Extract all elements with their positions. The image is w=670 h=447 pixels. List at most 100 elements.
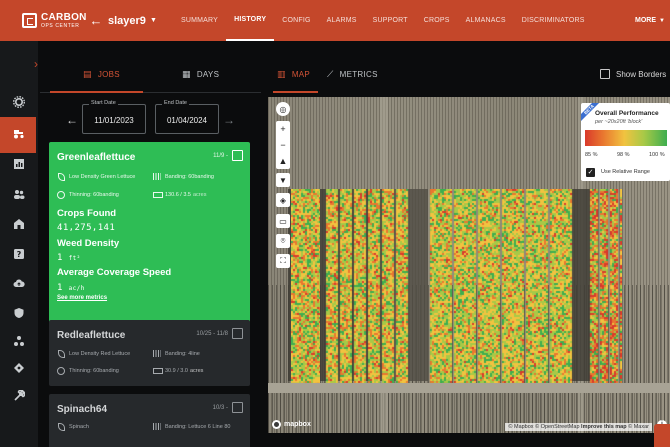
compass-icon[interactable]: ▲ (276, 153, 290, 169)
heatmap-strip (588, 189, 622, 385)
metric-label-weed-density: Weed Density (57, 238, 120, 249)
job-title: Spinach64 (57, 404, 108, 415)
legend-gradient (585, 130, 667, 146)
metric-label-crops-found: Crops Found (57, 208, 117, 219)
job-select-checkbox[interactable] (232, 328, 243, 339)
users-icon[interactable] (11, 186, 26, 201)
start-date-field[interactable]: Start Date 11/01/2023 (82, 100, 146, 134)
history-panel: ▤ JOBS ▦ DAYS ← Start Date 11/01/2023 En… (40, 55, 261, 447)
legend-subtitle: per ~20x20ft 'block' (595, 119, 643, 125)
heatmap-strip (324, 189, 410, 385)
zoom-out-icon[interactable]: − (276, 137, 290, 153)
shield-icon[interactable] (11, 305, 26, 320)
focus-icon[interactable]: ⌾ (276, 234, 290, 248)
chart-icon[interactable] (11, 156, 26, 171)
attribution-osm[interactable]: © OpenStreetMap (535, 424, 579, 430)
nav-history[interactable]: HISTORY (226, 0, 275, 41)
end-date-field[interactable]: End Date 01/04/2024 (155, 100, 219, 134)
job-crop: Low Density Red Lettuce (57, 350, 130, 358)
nav-support[interactable]: SUPPORT (365, 0, 416, 41)
tab-jobs-underline (50, 91, 143, 93)
job-card-redleaflettuce[interactable]: Redleaflettuce 10/25 - 11/8 Low Density … (49, 320, 250, 386)
tab-jobs[interactable]: ▤ JOBS (83, 55, 120, 93)
show-borders-toggle[interactable]: Show Borders (600, 55, 666, 93)
robot-selector[interactable]: slayer9 (108, 15, 146, 27)
end-date-value: 01/04/2024 (166, 116, 208, 125)
nav-alarms[interactable]: ALARMS (319, 0, 365, 41)
rail-expand-icon[interactable]: › (34, 57, 38, 71)
caret-down-icon[interactable]: ▼ (150, 17, 157, 24)
nav-config[interactable]: CONFIG (274, 0, 318, 41)
job-select-checkbox[interactable] (232, 402, 243, 413)
nav-discriminators[interactable]: DISCRIMINATORS (514, 0, 593, 41)
tractor-icon[interactable] (11, 125, 26, 140)
job-title: Redleaflettuce (57, 330, 126, 341)
see-more-metrics-link[interactable]: See more metrics (57, 295, 107, 301)
show-borders-checkbox[interactable] (600, 69, 610, 79)
history-tabs: ▤ JOBS ▦ DAYS (40, 55, 261, 93)
mapbox-icon (272, 420, 281, 429)
attribution-maxar[interactable]: © Maxar (628, 424, 649, 430)
nav-more[interactable]: MORE ▼ (635, 0, 665, 41)
prev-range-arrow-icon[interactable]: ← (66, 113, 78, 127)
nav-almanacs[interactable]: ALMANACS (458, 0, 514, 41)
cloud-icon[interactable] (11, 275, 26, 290)
nav-summary[interactable]: SUMMARY (173, 0, 226, 41)
svg-text:?: ? (16, 250, 21, 259)
leaf-icon (57, 173, 65, 181)
molecule-icon[interactable] (11, 333, 26, 348)
map-tabs: ▥ MAP ⟋ METRICS Show Borders (270, 55, 670, 93)
job-area-value: 130.6 / 3.5 (165, 191, 191, 198)
job-thinning-label: Thinning: 60banding (69, 367, 119, 374)
job-banding-label: Banding: 60banding (165, 173, 214, 180)
metrics-icon: ⟋ (327, 68, 334, 79)
show-borders-label: Show Borders (616, 69, 667, 79)
job-thinning: Thinning: 60banding (57, 191, 119, 199)
ruler-icon[interactable]: ▭ (276, 214, 290, 228)
leaf-icon (57, 423, 65, 431)
job-date: 10/3 - (212, 405, 228, 411)
tab-map[interactable]: ▥ MAP (277, 55, 310, 93)
start-date-value: 11/01/2023 (94, 116, 134, 125)
help-icon[interactable]: ? (11, 246, 26, 261)
tab-jobs-label: JOBS (97, 69, 120, 79)
legend-title: Overall Performance (595, 110, 659, 117)
nav-crops[interactable]: CROPS (416, 0, 458, 41)
mapbox-logo[interactable]: mapbox (272, 420, 311, 429)
attribution-mapbox[interactable]: © Mapbox (508, 424, 533, 430)
back-arrow-icon[interactable]: ← (88, 13, 104, 28)
filter-icon[interactable]: ▼ (276, 173, 290, 187)
heatmap-strip (428, 189, 574, 385)
tab-metrics[interactable]: ⟋ METRICS (327, 55, 378, 93)
wrench-icon[interactable] (11, 388, 26, 403)
job-card-spinach64[interactable]: Spinach64 10/3 - Spinach Banding: Lettuc… (49, 394, 250, 447)
carbon-logo[interactable]: CARBON OPS CENTER (22, 12, 88, 29)
job-area: 30.9 / 3.0 acres (153, 367, 203, 374)
chat-widget-button[interactable] (654, 424, 670, 447)
job-select-checkbox[interactable] (232, 150, 243, 161)
coverage-speed-unit: ac/h (68, 285, 85, 292)
metric-value-coverage-speed: 1 ac/h (57, 283, 85, 293)
tab-days[interactable]: ▦ DAYS (182, 55, 219, 93)
barn-icon[interactable] (11, 216, 26, 231)
gear-icon[interactable] (11, 94, 26, 109)
zoom-in-icon[interactable]: + (276, 121, 290, 137)
job-crop: Low Density Green Lettuce (57, 173, 135, 181)
start-date-label: Start Date (89, 100, 118, 106)
main-nav: SUMMARY HISTORY CONFIG ALARMS SUPPORT CR… (173, 0, 593, 41)
attribution-improve[interactable]: Improve this map (581, 424, 627, 430)
calendar-icon: ▦ (182, 68, 191, 79)
field-map[interactable]: ◎ + − ▲ ▼ ◈ ▭ ⌾ ⛶ BETA Overall Performan… (268, 97, 670, 433)
relative-range-checkbox[interactable]: ✓ (586, 168, 595, 177)
fullscreen-icon[interactable]: ⛶ (276, 254, 290, 268)
layers-icon[interactable]: ◈ (276, 193, 290, 207)
diamond-icon[interactable] (11, 360, 26, 375)
map-icon: ▥ (277, 68, 286, 79)
leaf-icon (57, 350, 65, 358)
job-area: 130.6 / 3.5 acres (153, 191, 206, 198)
metric-value-crops-found: 41,275,141 (57, 223, 116, 233)
legend-tick-mid: 98 % (617, 152, 630, 158)
clipboard-icon: ▤ (83, 68, 92, 79)
next-range-arrow-icon[interactable]: → (223, 113, 235, 127)
locate-icon[interactable]: ◎ (276, 102, 290, 116)
